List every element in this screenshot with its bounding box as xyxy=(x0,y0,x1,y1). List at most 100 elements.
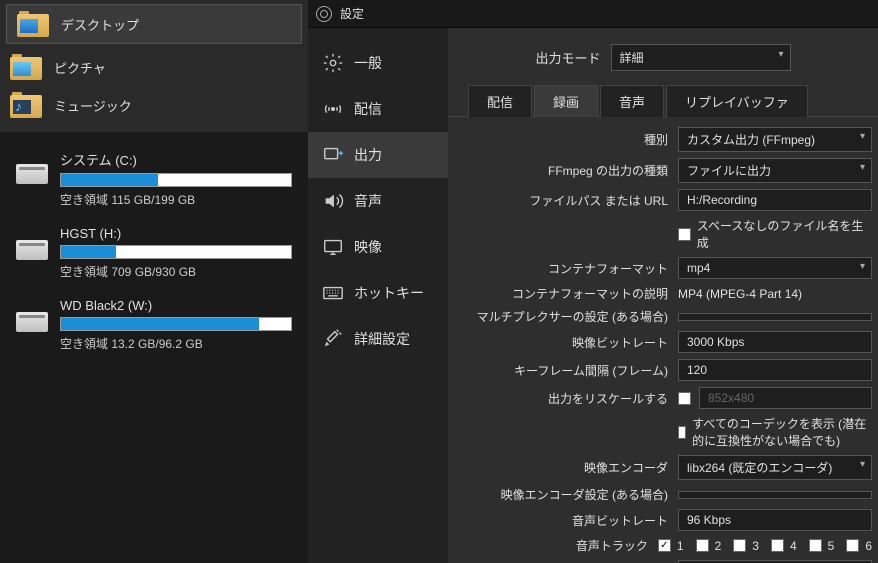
show-all-codecs-checkbox[interactable]: すべてのコーデックを表示 (潜在的に互換性がない場合でも) xyxy=(678,415,872,449)
drive-usage-bar xyxy=(60,317,292,331)
video-icon xyxy=(322,236,344,258)
hotkeys-icon xyxy=(322,282,344,304)
tab-配信[interactable]: 配信 xyxy=(468,85,532,117)
form-row: 映像ビットレート 3000 Kbps xyxy=(448,331,878,353)
nav-item-video[interactable]: 映像 xyxy=(308,224,448,270)
drive-icon xyxy=(16,240,48,260)
drive-item[interactable]: システム (C:) 空き領域 115 GB/199 GB xyxy=(0,142,308,218)
nav-label: 配信 xyxy=(354,99,382,119)
drive-icon xyxy=(16,164,48,184)
explorer-sidebar: デスクトップ ピクチャ ♪ ミュージック システム (C:) 空き領域 115 … xyxy=(0,0,308,563)
nav-item-hotkeys[interactable]: ホットキー xyxy=(308,270,448,316)
form-label: 種別 xyxy=(448,131,678,148)
nav-label: 映像 xyxy=(354,237,382,257)
form-label: 音声トラック xyxy=(448,537,658,554)
obs-icon xyxy=(316,6,332,22)
keyframe-input[interactable]: 120 xyxy=(678,359,872,381)
window-title: 設定 xyxy=(340,5,364,22)
tab-リプレイバッファ[interactable]: リプレイバッファ xyxy=(666,85,808,117)
drive-list: システム (C:) 空き領域 115 GB/199 GB HGST (H:) 空… xyxy=(0,132,308,372)
drive-free-text: 空き領域 115 GB/199 GB xyxy=(60,191,292,208)
folder-icon xyxy=(10,54,42,80)
output-mode-row: 出力モード 詳細 xyxy=(448,44,878,85)
drive-icon xyxy=(16,312,48,332)
nav-item-stream[interactable]: 配信 xyxy=(308,86,448,132)
output-tabs: 配信録画音声リプレイバッファ xyxy=(448,85,878,117)
output-mode-select[interactable]: 詳細 xyxy=(611,44,791,71)
drive-item[interactable]: HGST (H:) 空き領域 709 GB/930 GB xyxy=(0,218,308,290)
video-encoder-select[interactable]: libx264 (既定のエンコーダ) xyxy=(678,455,872,480)
titlebar: 設定 xyxy=(308,0,878,28)
folder-label: デスクトップ xyxy=(61,15,139,34)
form-label: マルチプレクサーの設定 (ある場合) xyxy=(448,308,678,325)
general-icon xyxy=(322,52,344,74)
type-select[interactable]: カスタム出力 (FFmpeg) xyxy=(678,127,872,152)
nav-label: 音声 xyxy=(354,191,382,211)
stream-icon xyxy=(322,98,344,120)
drive-free-text: 空き領域 709 GB/930 GB xyxy=(60,263,292,280)
nav-item-audio[interactable]: 音声 xyxy=(308,178,448,224)
drive-item[interactable]: WD Black2 (W:) 空き領域 13.2 GB/96.2 GB xyxy=(0,290,308,362)
nav-label: 一般 xyxy=(354,53,382,73)
form-row: 映像エンコーダ設定 (ある場合) xyxy=(448,486,878,503)
settings-body: 一般 配信 出力 音声 映像 ホットキー 詳細設定 出力モード 詳細 xyxy=(308,28,878,563)
tab-録画[interactable]: 録画 xyxy=(534,85,598,117)
form-label: 出力をリスケールする xyxy=(448,390,678,407)
form-row: コンテナフォーマット mp4 xyxy=(448,257,878,279)
folder-label: ミュージック xyxy=(54,96,132,115)
form-row: コンテナフォーマットの説明 MP4 (MPEG-4 Part 14) xyxy=(448,285,878,302)
form-label: コンテナフォーマット xyxy=(448,260,678,277)
audio-track-2-checkbox[interactable]: 2 xyxy=(696,539,722,553)
form-row: FFmpeg の出力の種類 ファイルに出力 xyxy=(448,158,878,183)
filepath-input[interactable]: H:/Recording xyxy=(678,189,872,211)
drive-name: WD Black2 (W:) xyxy=(60,298,292,313)
video-encoder-settings-input[interactable] xyxy=(678,491,872,499)
form-label: キーフレーム間隔 (フレーム) xyxy=(448,362,678,379)
audio-track-6-checkbox[interactable]: 6 xyxy=(846,539,872,553)
form-row: 音声ビットレート 96 Kbps xyxy=(448,509,878,531)
drive-usage-bar xyxy=(60,245,292,259)
settings-content: 出力モード 詳細 配信録画音声リプレイバッファ 種別 カスタム出力 (FFmpe… xyxy=(448,28,878,563)
drive-usage-bar xyxy=(60,173,292,187)
nav-item-general[interactable]: 一般 xyxy=(308,40,448,86)
form-row: 出力をリスケールする 852x480 xyxy=(448,387,878,409)
drive-name: システム (C:) xyxy=(60,150,292,169)
tab-音声[interactable]: 音声 xyxy=(600,85,664,117)
form-row: ファイルパス または URL H:/Recording xyxy=(448,189,878,211)
folder-item-pictures[interactable]: ピクチャ xyxy=(0,48,308,86)
no-space-filename-checkbox[interactable]: スペースなしのファイル名を生成 xyxy=(678,217,872,251)
audio-track-4-checkbox[interactable]: 4 xyxy=(771,539,797,553)
settings-window: 設定 一般 配信 出力 音声 映像 ホットキー 詳細設定 xyxy=(308,0,878,563)
form-row: すべてのコーデックを表示 (潜在的に互換性がない場合でも) xyxy=(448,415,878,449)
form-row: 映像エンコーダ libx264 (既定のエンコーダ) xyxy=(448,455,878,480)
form-row: 音声トラック ✓1 23456 xyxy=(448,537,878,554)
audio-track-5-checkbox[interactable]: 5 xyxy=(809,539,835,553)
container-select[interactable]: mp4 xyxy=(678,257,872,279)
drive-free-text: 空き領域 13.2 GB/96.2 GB xyxy=(60,335,292,352)
nav-item-output[interactable]: 出力 xyxy=(308,132,448,178)
folder-item-desktop[interactable]: デスクトップ xyxy=(6,4,302,44)
folder-icon xyxy=(17,11,49,37)
video-bitrate-input[interactable]: 3000 Kbps xyxy=(678,331,872,353)
container-desc: MP4 (MPEG-4 Part 14) xyxy=(678,287,802,301)
form-row: マルチプレクサーの設定 (ある場合) xyxy=(448,308,878,325)
form-label: コンテナフォーマットの説明 xyxy=(448,285,678,302)
rescale-checkbox[interactable] xyxy=(678,392,691,405)
nav-label: ホットキー xyxy=(354,283,424,303)
ffmpeg-output-type-select[interactable]: ファイルに出力 xyxy=(678,158,872,183)
audio-track-3-checkbox[interactable]: 3 xyxy=(733,539,759,553)
output-icon xyxy=(322,144,344,166)
audio-track-1-checkbox[interactable]: ✓1 xyxy=(658,539,684,553)
nav-item-advanced[interactable]: 詳細設定 xyxy=(308,316,448,362)
folder-item-music[interactable]: ♪ ミュージック xyxy=(0,86,308,124)
form-row: 種別 カスタム出力 (FFmpeg) xyxy=(448,127,878,152)
muxer-input[interactable] xyxy=(678,313,872,321)
form-label: 音声ビットレート xyxy=(448,512,678,529)
audio-icon xyxy=(322,190,344,212)
output-form: 種別 カスタム出力 (FFmpeg) FFmpeg の出力の種類 ファイルに出力… xyxy=(448,117,878,563)
form-row: スペースなしのファイル名を生成 xyxy=(448,217,878,251)
audio-bitrate-input[interactable]: 96 Kbps xyxy=(678,509,872,531)
form-label: 映像エンコーダ設定 (ある場合) xyxy=(448,486,678,503)
settings-nav: 一般 配信 出力 音声 映像 ホットキー 詳細設定 xyxy=(308,28,448,563)
folder-list: デスクトップ ピクチャ ♪ ミュージック xyxy=(0,0,308,132)
